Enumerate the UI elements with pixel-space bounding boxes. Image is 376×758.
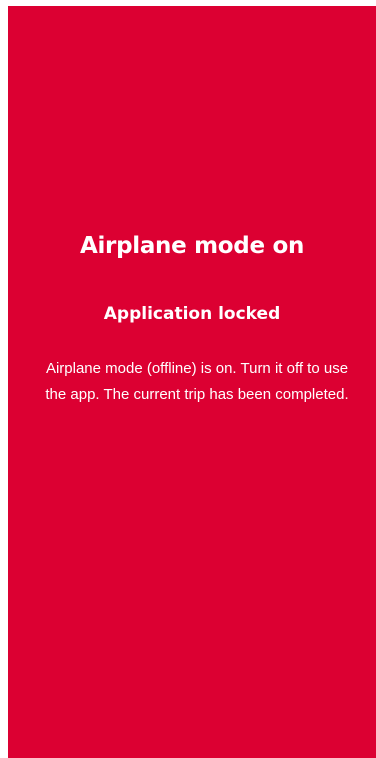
airplane-mode-lock-screen: Airplane mode on Application locked Airp… bbox=[8, 6, 376, 758]
page-title: Airplane mode on bbox=[79, 233, 305, 259]
lock-message: Airplane mode (offline) is on. Turn it o… bbox=[45, 360, 349, 403]
lock-status-heading: Application locked bbox=[103, 304, 281, 324]
